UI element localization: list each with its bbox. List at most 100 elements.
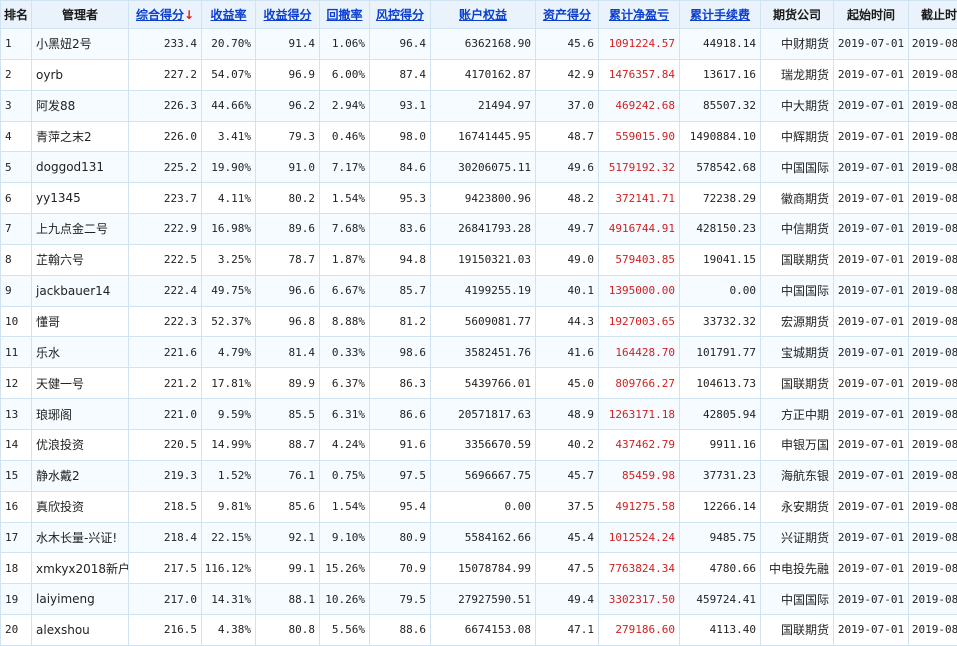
cell-score: 225.2 bbox=[129, 152, 202, 183]
cell-risk-score: 81.2 bbox=[370, 306, 431, 337]
table-row: 2oyrb227.254.07%96.96.00%87.44170162.874… bbox=[1, 59, 957, 90]
cell-risk-score: 84.6 bbox=[370, 152, 431, 183]
col-equity-header[interactable]: 账户权益 bbox=[431, 1, 536, 29]
cell-net-pnl: 1927003.65 bbox=[599, 306, 680, 337]
cell-asset-score: 40.1 bbox=[536, 275, 599, 306]
cell-score: 226.3 bbox=[129, 90, 202, 121]
cell-end-date: 2019-08-08 bbox=[909, 59, 957, 90]
col-drawdown-header[interactable]: 回撤率 bbox=[320, 1, 370, 29]
cell-equity: 3356670.59 bbox=[431, 429, 536, 460]
cell-fees: 42805.94 bbox=[680, 399, 761, 430]
cell-end-date: 2019-08-08 bbox=[909, 399, 957, 430]
cell-rank: 2 bbox=[1, 59, 32, 90]
table-row: 19laiyimeng217.014.31%88.110.26%79.52792… bbox=[1, 584, 957, 615]
cell-rank: 7 bbox=[1, 214, 32, 245]
cell-asset-score: 44.3 bbox=[536, 306, 599, 337]
cell-return-rate: 14.99% bbox=[202, 429, 256, 460]
table-row: 17水木长量-兴证!218.422.15%92.19.10%80.9558416… bbox=[1, 522, 957, 553]
cell-score: 216.5 bbox=[129, 615, 202, 646]
cell-company: 中辉期货 bbox=[761, 121, 834, 152]
cell-asset-score: 48.9 bbox=[536, 399, 599, 430]
cell-score: 220.5 bbox=[129, 429, 202, 460]
cell-risk-score: 86.6 bbox=[370, 399, 431, 430]
cell-risk-score: 87.4 bbox=[370, 59, 431, 90]
cell-return-score: 76.1 bbox=[256, 460, 320, 491]
cell-score: 219.3 bbox=[129, 460, 202, 491]
cell-drawdown: 6.31% bbox=[320, 399, 370, 430]
cell-equity: 5609081.77 bbox=[431, 306, 536, 337]
col-manager-header: 管理者 bbox=[32, 1, 129, 29]
cell-return-score: 85.6 bbox=[256, 491, 320, 522]
table-row: 11乐水221.64.79%81.40.33%98.63582451.7641.… bbox=[1, 337, 957, 368]
cell-return-score: 96.6 bbox=[256, 275, 320, 306]
cell-fees: 459724.41 bbox=[680, 584, 761, 615]
cell-manager: 上九点金二号 bbox=[32, 214, 129, 245]
cell-drawdown: 9.10% bbox=[320, 522, 370, 553]
col-return-rate-header[interactable]: 收益率 bbox=[202, 1, 256, 29]
cell-equity: 15078784.99 bbox=[431, 553, 536, 584]
cell-start-date: 2019-07-01 bbox=[834, 90, 909, 121]
cell-asset-score: 40.2 bbox=[536, 429, 599, 460]
cell-risk-score: 93.1 bbox=[370, 90, 431, 121]
cell-manager: 懂哥 bbox=[32, 306, 129, 337]
cell-manager: 真欣投资 bbox=[32, 491, 129, 522]
cell-fees: 37731.23 bbox=[680, 460, 761, 491]
cell-score: 218.4 bbox=[129, 522, 202, 553]
cell-net-pnl: 1476357.84 bbox=[599, 59, 680, 90]
col-net-pnl-header[interactable]: 累计净盈亏 bbox=[599, 1, 680, 29]
table-row: 10懂哥222.352.37%96.88.88%81.25609081.7744… bbox=[1, 306, 957, 337]
cell-rank: 5 bbox=[1, 152, 32, 183]
cell-score: 222.4 bbox=[129, 275, 202, 306]
cell-manager: xmkyx2018新户 bbox=[32, 553, 129, 584]
col-rank-header: 排名 bbox=[1, 1, 32, 29]
cell-return-score: 96.9 bbox=[256, 59, 320, 90]
cell-return-score: 96.8 bbox=[256, 306, 320, 337]
cell-fees: 12266.14 bbox=[680, 491, 761, 522]
cell-equity: 0.00 bbox=[431, 491, 536, 522]
cell-return-score: 89.9 bbox=[256, 368, 320, 399]
cell-manager: laiyimeng bbox=[32, 584, 129, 615]
cell-start-date: 2019-07-01 bbox=[834, 615, 909, 646]
col-score-label: 综合得分 bbox=[136, 8, 184, 22]
col-asset-score-header[interactable]: 资产得分 bbox=[536, 1, 599, 29]
cell-manager: yy1345 bbox=[32, 183, 129, 214]
cell-start-date: 2019-07-01 bbox=[834, 306, 909, 337]
table-row: 1小黑妞2号233.420.70%91.41.06%96.46362168.90… bbox=[1, 29, 957, 60]
cell-end-date: 2019-08-08 bbox=[909, 553, 957, 584]
cell-start-date: 2019-07-01 bbox=[834, 152, 909, 183]
cell-drawdown: 8.88% bbox=[320, 306, 370, 337]
col-company-header: 期货公司 bbox=[761, 1, 834, 29]
cell-company: 徽商期货 bbox=[761, 183, 834, 214]
cell-net-pnl: 164428.70 bbox=[599, 337, 680, 368]
cell-rank: 6 bbox=[1, 183, 32, 214]
cell-start-date: 2019-07-01 bbox=[834, 584, 909, 615]
cell-asset-score: 45.0 bbox=[536, 368, 599, 399]
cell-net-pnl: 372141.71 bbox=[599, 183, 680, 214]
cell-start-date: 2019-07-01 bbox=[834, 214, 909, 245]
cell-return-score: 88.7 bbox=[256, 429, 320, 460]
cell-rank: 1 bbox=[1, 29, 32, 60]
cell-fees: 428150.23 bbox=[680, 214, 761, 245]
col-return-score-header[interactable]: 收益得分 bbox=[256, 1, 320, 29]
cell-equity: 21494.97 bbox=[431, 90, 536, 121]
cell-risk-score: 79.5 bbox=[370, 584, 431, 615]
cell-equity: 30206075.11 bbox=[431, 152, 536, 183]
col-fees-header[interactable]: 累计手续费 bbox=[680, 1, 761, 29]
cell-fees: 9485.75 bbox=[680, 522, 761, 553]
sort-down-arrow-icon: ↓ bbox=[184, 8, 194, 22]
col-score-header[interactable]: 综合得分↓ bbox=[129, 1, 202, 29]
cell-company: 中国国际 bbox=[761, 584, 834, 615]
table-row: 12天健一号221.217.81%89.96.37%86.35439766.01… bbox=[1, 368, 957, 399]
cell-manager: 天健一号 bbox=[32, 368, 129, 399]
cell-asset-score: 49.0 bbox=[536, 244, 599, 275]
cell-drawdown: 5.56% bbox=[320, 615, 370, 646]
cell-end-date: 2019-08-08 bbox=[909, 368, 957, 399]
cell-net-pnl: 579403.85 bbox=[599, 244, 680, 275]
cell-manager: 静水戴2 bbox=[32, 460, 129, 491]
cell-return-score: 78.7 bbox=[256, 244, 320, 275]
cell-risk-score: 83.6 bbox=[370, 214, 431, 245]
col-risk-score-header[interactable]: 风控得分 bbox=[370, 1, 431, 29]
cell-manager: 青萍之末2 bbox=[32, 121, 129, 152]
cell-end-date: 2019-08-08 bbox=[909, 121, 957, 152]
cell-return-rate: 52.37% bbox=[202, 306, 256, 337]
